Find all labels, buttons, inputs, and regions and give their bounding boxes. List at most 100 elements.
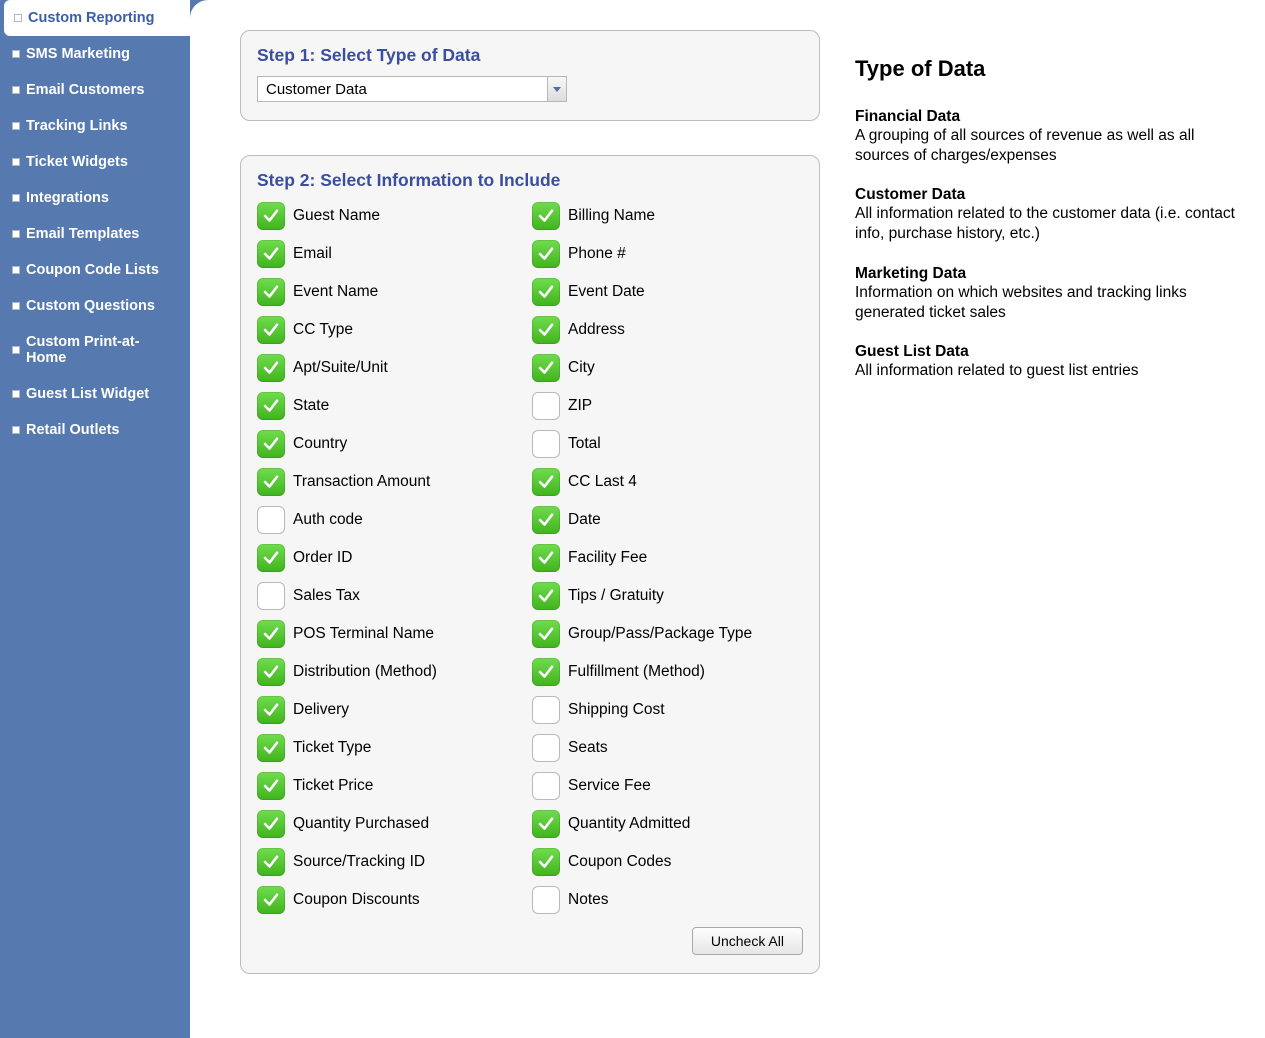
checkbox-row: Order ID <box>257 543 528 573</box>
checkbox[interactable] <box>257 544 285 572</box>
checkbox-row: POS Terminal Name <box>257 619 528 649</box>
checkbox-row: Ticket Price <box>257 771 528 801</box>
checkbox-label: Transaction Amount <box>293 473 430 491</box>
checkbox[interactable] <box>257 734 285 762</box>
checkbox[interactable] <box>532 658 560 686</box>
checkbox-row: Shipping Cost <box>532 695 803 725</box>
info-column: Type of Data Financial DataA grouping of… <box>855 30 1255 1008</box>
checkbox-label: Email <box>293 245 332 263</box>
sidebar: Custom Reporting SMS Marketing Email Custo… <box>0 0 190 1038</box>
checkbox-row: Guest Name <box>257 201 528 231</box>
step2-panel: Step 2: Select Information to Include Gu… <box>240 155 820 974</box>
checkbox-label: City <box>568 359 595 377</box>
checkbox[interactable] <box>532 354 560 382</box>
info-block: Guest List DataAll information related t… <box>855 343 1235 381</box>
sidebar-item-sms-marketing[interactable]: SMS Marketing <box>0 36 190 72</box>
checkbox-row: Transaction Amount <box>257 467 528 497</box>
checkbox[interactable] <box>532 848 560 876</box>
checkbox[interactable] <box>532 316 560 344</box>
sidebar-item-guest-list-widget[interactable]: Guest List Widget <box>0 376 190 412</box>
info-block: Marketing DataInformation on which websi… <box>855 265 1235 323</box>
checkbox-row: ZIP <box>532 391 803 421</box>
checkbox-row: Ticket Type <box>257 733 528 763</box>
checkbox[interactable] <box>532 582 560 610</box>
checkbox[interactable] <box>257 582 285 610</box>
checkbox[interactable] <box>532 430 560 458</box>
checkbox[interactable] <box>532 886 560 914</box>
info-heading: Financial Data <box>855 108 1235 126</box>
checkbox[interactable] <box>257 202 285 230</box>
sidebar-bullet-icon <box>12 50 20 58</box>
checkbox-row: Seats <box>532 733 803 763</box>
checkbox[interactable] <box>532 506 560 534</box>
chevron-down-icon <box>553 87 561 92</box>
checkbox[interactable] <box>257 430 285 458</box>
checkbox-label: ZIP <box>568 397 592 415</box>
checkbox[interactable] <box>532 392 560 420</box>
checkbox[interactable] <box>257 772 285 800</box>
checkbox-row: Fulfillment (Method) <box>532 657 803 687</box>
checkbox[interactable] <box>532 696 560 724</box>
sidebar-item-label: Custom Reporting <box>28 10 154 26</box>
sidebar-item-custom-questions[interactable]: Custom Questions <box>0 288 190 324</box>
checkbox-label: Notes <box>568 891 609 909</box>
checkbox-row: City <box>532 353 803 383</box>
sidebar-item-custom-reporting[interactable]: Custom Reporting <box>4 0 190 36</box>
checkbox[interactable] <box>257 886 285 914</box>
checkbox-label: Tips / Gratuity <box>568 587 664 605</box>
checkbox[interactable] <box>257 316 285 344</box>
sidebar-item-email-templates[interactable]: Email Templates <box>0 216 190 252</box>
checkbox[interactable] <box>257 392 285 420</box>
checkbox-row: Apt/Suite/Unit <box>257 353 528 383</box>
checkbox[interactable] <box>257 468 285 496</box>
sidebar-item-label: Email Templates <box>26 226 139 242</box>
checkbox[interactable] <box>532 544 560 572</box>
checkbox-label: Quantity Purchased <box>293 815 429 833</box>
sidebar-item-custom-print-at-home[interactable]: Custom Print-at-Home <box>0 324 190 376</box>
checkbox-row: Billing Name <box>532 201 803 231</box>
checkbox-row: Event Name <box>257 277 528 307</box>
sidebar-item-label: SMS Marketing <box>26 46 130 62</box>
checkbox[interactable] <box>532 240 560 268</box>
checkbox-row: Facility Fee <box>532 543 803 573</box>
sidebar-item-email-customers[interactable]: Email Customers <box>0 72 190 108</box>
checkbox[interactable] <box>257 696 285 724</box>
sidebar-item-tracking-links[interactable]: Tracking Links <box>0 108 190 144</box>
checkbox[interactable] <box>257 240 285 268</box>
checkbox[interactable] <box>257 658 285 686</box>
main-column: Step 1: Select Type of Data Customer Dat… <box>240 30 820 1008</box>
sidebar-item-coupon-code-lists[interactable]: Coupon Code Lists <box>0 252 190 288</box>
checkbox[interactable] <box>257 620 285 648</box>
sidebar-item-retail-outlets[interactable]: Retail Outlets <box>0 412 190 448</box>
sidebar-bullet-icon <box>12 86 20 94</box>
checkbox[interactable] <box>257 810 285 838</box>
checkbox-row: Total <box>532 429 803 459</box>
step1-title: Step 1: Select Type of Data <box>257 45 803 66</box>
checkbox[interactable] <box>532 772 560 800</box>
checkbox-label: Address <box>568 321 625 339</box>
checkbox-label: Event Name <box>293 283 378 301</box>
checkbox[interactable] <box>257 848 285 876</box>
sidebar-bullet-icon <box>12 266 20 274</box>
sidebar-item-integrations[interactable]: Integrations <box>0 180 190 216</box>
checkbox[interactable] <box>257 354 285 382</box>
sidebar-item-ticket-widgets[interactable]: Ticket Widgets <box>0 144 190 180</box>
checkbox[interactable] <box>532 810 560 838</box>
sidebar-bullet-icon <box>14 14 22 22</box>
checkbox[interactable] <box>532 734 560 762</box>
checkbox[interactable] <box>532 468 560 496</box>
checkbox[interactable] <box>257 278 285 306</box>
checkbox-row: State <box>257 391 528 421</box>
info-heading: Marketing Data <box>855 265 1235 283</box>
sidebar-bullet-icon <box>12 390 20 398</box>
uncheck-all-button[interactable]: Uncheck All <box>692 927 803 955</box>
data-type-select[interactable]: Customer Data <box>257 76 567 102</box>
data-type-dropdown-button[interactable] <box>547 76 567 102</box>
checkbox-row: Notes <box>532 885 803 915</box>
checkbox[interactable] <box>532 278 560 306</box>
checkbox[interactable] <box>532 202 560 230</box>
checkbox[interactable] <box>532 620 560 648</box>
sidebar-item-label: Custom Print-at-Home <box>26 334 178 366</box>
data-type-value: Customer Data <box>257 76 547 102</box>
checkbox[interactable] <box>257 506 285 534</box>
